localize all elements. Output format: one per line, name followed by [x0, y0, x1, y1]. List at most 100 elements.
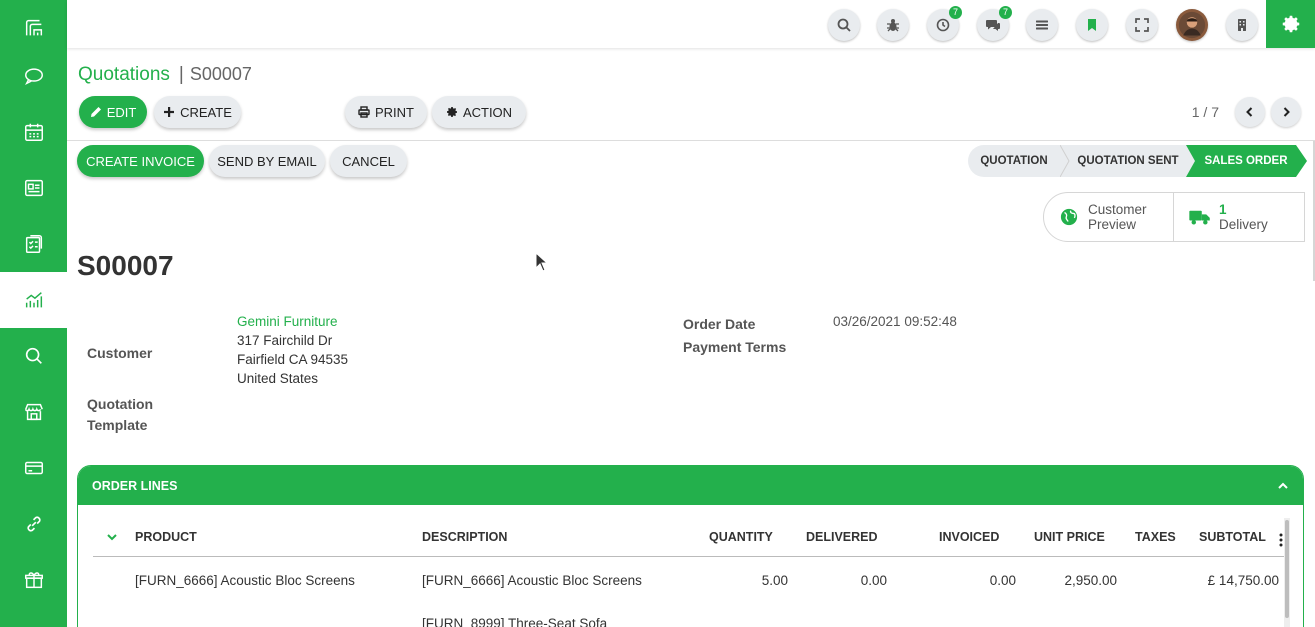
- sales-chart-icon[interactable]: [0, 272, 67, 328]
- row-unit-price: 2,950.00: [1064, 573, 1117, 588]
- send-by-email-button[interactable]: SEND BY EMAIL: [209, 145, 325, 177]
- send-by-email-label: SEND BY EMAIL: [217, 153, 317, 169]
- breadcrumb-current: S00007: [189, 64, 252, 84]
- contact-card-icon[interactable]: [0, 160, 67, 216]
- row-quantity: 5.00: [761, 573, 788, 588]
- control-panel-divider: [67, 140, 1315, 141]
- stage-quotation-label: QUOTATION: [980, 155, 1048, 167]
- pager-value[interactable]: 1 / 7: [1192, 104, 1219, 120]
- gear-icon: [446, 107, 457, 117]
- column-delivered[interactable]: DELIVERED: [806, 530, 878, 544]
- company-icon[interactable]: [1226, 9, 1258, 41]
- column-product[interactable]: PRODUCT: [135, 530, 197, 544]
- create-button-label: CREATE: [180, 104, 232, 120]
- stage-quotation-sent[interactable]: QUOTATION SENT: [1070, 145, 1186, 177]
- app-sidebar: [0, 0, 67, 627]
- pager-previous-button[interactable]: [1235, 97, 1265, 127]
- stage-quotation[interactable]: QUOTATION: [968, 145, 1060, 177]
- order-lines-section: ORDER LINES: [77, 465, 1304, 627]
- chat-bubble-icon[interactable]: [0, 48, 67, 104]
- stage-arrow-tip: [1296, 145, 1307, 177]
- order-date-label: Order Date: [683, 316, 756, 332]
- credit-card-icon[interactable]: [0, 440, 67, 496]
- search-icon[interactable]: [828, 9, 860, 41]
- store-icon[interactable]: [0, 384, 67, 440]
- column-invoiced[interactable]: INVOICED: [939, 530, 999, 544]
- column-subtotal[interactable]: SUBTOTAL: [1199, 530, 1266, 544]
- stage-sales-order[interactable]: SALES ORDER: [1196, 145, 1296, 177]
- create-invoice-button[interactable]: CREATE INVOICE: [77, 145, 204, 177]
- row-subtotal: £ 14,750.00: [1207, 573, 1279, 588]
- create-invoice-label: CREATE INVOICE: [86, 153, 195, 169]
- create-button[interactable]: CREATE: [154, 96, 241, 128]
- top-bar: 7 7: [67, 0, 1315, 48]
- bookmark-icon[interactable]: [1076, 9, 1108, 41]
- status-bar: QUOTATION QUOTATION SENT SALES ORDER: [968, 145, 1308, 177]
- breadcrumb-quotations-link[interactable]: Quotations: [78, 64, 170, 85]
- search-icon[interactable]: [0, 328, 67, 384]
- action-button-label: ACTION: [462, 104, 513, 120]
- mouse-cursor-icon: [535, 252, 548, 272]
- customer-address-line2: Fairfield CA 94535: [237, 352, 349, 367]
- customer-address-line1: 317 Fairchild Dr: [237, 333, 333, 348]
- fullscreen-icon[interactable]: [1126, 9, 1158, 41]
- customer-name-link[interactable]: Gemini Furniture: [237, 314, 338, 329]
- chevron-down-icon[interactable]: [106, 531, 118, 543]
- row-invoiced: 0.00: [989, 573, 1016, 588]
- stage-quotation-sent-label: QUOTATION SENT: [1077, 155, 1179, 167]
- bug-icon[interactable]: [877, 9, 909, 41]
- customer-preview-line1: Customer: [1088, 202, 1147, 217]
- column-options-icon[interactable]: [1279, 533, 1283, 547]
- link-icon[interactable]: [0, 496, 67, 552]
- menu-lines-icon[interactable]: [1026, 9, 1058, 41]
- stage-sales-order-label: SALES ORDER: [1204, 155, 1288, 167]
- delivery-label: Delivery: [1219, 217, 1268, 232]
- globe-icon: [1060, 208, 1078, 226]
- messages-icon[interactable]: 7: [977, 6, 1012, 41]
- chevron-up-icon[interactable]: [1277, 480, 1289, 492]
- checklist-icon[interactable]: [0, 216, 67, 272]
- row-delivered: 0.00: [860, 573, 887, 588]
- gift-box-icon[interactable]: [0, 552, 67, 608]
- stage-separator: [1186, 145, 1196, 177]
- printer-icon: [358, 106, 370, 118]
- pencil-icon: [90, 107, 101, 117]
- payment-terms-label: Payment Terms: [683, 339, 787, 355]
- plus-icon: [164, 107, 175, 117]
- user-avatar[interactable]: [1176, 9, 1208, 41]
- column-unit-price[interactable]: UNIT PRICE: [1034, 530, 1105, 544]
- delivery-count: 1: [1219, 202, 1227, 217]
- chevron-left-icon: [1246, 107, 1253, 117]
- row-product: [FURN_6666] Acoustic Bloc Screens: [135, 573, 355, 588]
- document-title: S00007: [77, 250, 174, 281]
- table-header-rule: [93, 556, 1288, 557]
- stage-separator: [1060, 145, 1070, 177]
- order-lines-title: ORDER LINES: [92, 478, 178, 493]
- customer-preview-button[interactable]: Customer Preview: [1043, 192, 1174, 242]
- column-quantity[interactable]: QUANTITY: [709, 530, 773, 544]
- settings-gear-icon[interactable]: [1266, 0, 1315, 48]
- edit-button-label: EDIT: [106, 104, 137, 120]
- quotation-template-label-line1: Quotation: [87, 396, 154, 412]
- table-scrollbar-thumb[interactable]: [1285, 520, 1289, 618]
- breadcrumb: Quotations | S00007: [78, 64, 252, 86]
- customer-label: Customer: [87, 345, 153, 361]
- app-window: 7 7 Quotations | S00007 EDIT CREATE PRIN…: [0, 0, 1315, 627]
- delivery-button[interactable]: 1 Delivery: [1173, 192, 1305, 242]
- cancel-button[interactable]: CANCEL: [330, 145, 407, 177]
- pager-next-button[interactable]: [1271, 97, 1301, 127]
- cancel-label: CANCEL: [342, 153, 395, 169]
- quotation-template-label-line2: Template: [87, 417, 148, 433]
- activity-badge: 7: [949, 6, 962, 19]
- column-description[interactable]: DESCRIPTION: [422, 530, 507, 544]
- order-lines-header[interactable]: ORDER LINES: [78, 466, 1303, 505]
- action-button[interactable]: ACTION: [432, 96, 526, 128]
- edit-button[interactable]: EDIT: [79, 96, 147, 128]
- calendar-icon[interactable]: [0, 104, 67, 160]
- messages-badge: 7: [999, 6, 1012, 19]
- print-button[interactable]: PRINT: [345, 96, 427, 128]
- row-description: [FURN_8999] Three-Seat Sofa: [422, 616, 608, 627]
- activity-clock-icon[interactable]: 7: [927, 6, 962, 41]
- column-taxes[interactable]: TAXES: [1135, 530, 1176, 544]
- breadcrumb-separator: |: [178, 64, 184, 85]
